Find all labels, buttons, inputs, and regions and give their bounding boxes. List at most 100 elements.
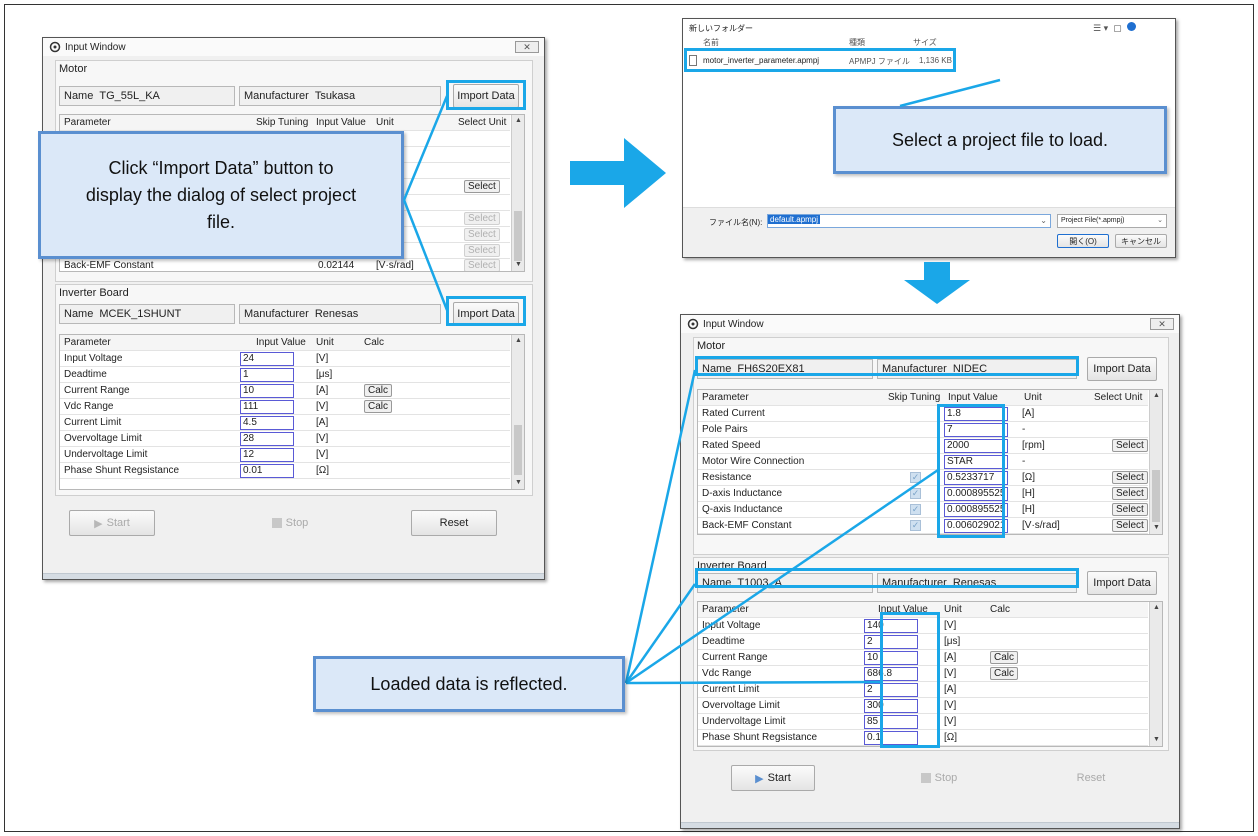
dialog-footer: ファイル名(N): default.apmpj ⌄ Project File(*… <box>683 207 1175 257</box>
select-unit-button[interactable]: Select <box>1112 487 1148 500</box>
table-row: Rated Speed 2000 [rpm] Select <box>698 438 1148 454</box>
scroll-up-icon[interactable]: ▲ <box>1150 602 1162 614</box>
inverter-import-data-button[interactable]: Import Data <box>1087 571 1157 595</box>
col-name: 名前 <box>703 38 719 47</box>
row-parameter: Deadtime <box>64 369 107 380</box>
scroll-down-icon[interactable]: ▼ <box>512 259 524 271</box>
scrollbar[interactable]: ▲ ▼ <box>1149 390 1162 534</box>
row-unit: [V] <box>316 433 329 444</box>
scroll-down-icon[interactable]: ▼ <box>512 477 524 489</box>
scroll-up-icon[interactable]: ▲ <box>512 115 524 127</box>
view-options[interactable]: ☰ ▾ ▢ <box>1093 22 1136 34</box>
start-button[interactable]: ▶ Start <box>69 510 155 536</box>
scrollbar[interactable]: ▲ ▼ <box>511 335 524 489</box>
stop-button[interactable]: Stop <box>247 510 333 536</box>
start-label: Start <box>106 517 130 529</box>
scroll-thumb[interactable] <box>514 425 522 475</box>
row-value-input[interactable]: 111 <box>240 400 294 414</box>
row-parameter: Vdc Range <box>702 668 752 679</box>
calc-button[interactable]: Calc <box>990 651 1019 664</box>
scroll-thumb[interactable] <box>1152 470 1160 522</box>
start-button[interactable]: ▶ Start <box>731 765 815 791</box>
col-skip-tuning: Skip Tuning <box>888 392 941 403</box>
inverter-manufacturer-field[interactable]: Manufacturer Renesas <box>239 304 441 324</box>
scrollbar[interactable]: ▲ ▼ <box>1149 602 1162 746</box>
close-button[interactable]: ✕ <box>515 41 539 53</box>
chevron-down-icon[interactable]: ⌄ <box>1157 215 1163 227</box>
skip-tuning-checkbox[interactable]: ✓ <box>910 472 921 483</box>
inverter-name-field[interactable]: Name MCEK_1SHUNT <box>59 304 235 324</box>
scrollbar[interactable]: ▲ ▼ <box>511 115 524 271</box>
row-value-input[interactable]: 1 <box>240 368 294 382</box>
row-parameter: Vdc Range <box>64 401 114 412</box>
reset-button[interactable]: Reset <box>411 510 497 536</box>
calc-button[interactable]: Calc <box>990 667 1019 680</box>
row-unit: [H] <box>1022 488 1035 499</box>
row-value-input[interactable]: 24 <box>240 352 294 366</box>
scroll-down-icon[interactable]: ▼ <box>1150 734 1162 746</box>
callout-import-hint: Click “Import Data” button to display th… <box>38 131 404 259</box>
skip-tuning-checkbox[interactable]: ✓ <box>910 504 921 515</box>
row-parameter: Phase Shunt Regsistance <box>64 465 180 476</box>
filename-input[interactable]: default.apmpj ⌄ <box>767 214 1051 228</box>
calc-button[interactable]: Calc <box>364 400 393 413</box>
select-unit-button[interactable]: Select <box>464 228 500 241</box>
row-value-input[interactable]: 4.5 <box>240 416 294 430</box>
filename-label: ファイル名(N): <box>709 218 763 227</box>
select-unit-button[interactable]: Select <box>1112 519 1148 532</box>
select-unit-button[interactable]: Select <box>1112 503 1148 516</box>
scroll-thumb[interactable] <box>514 211 522 261</box>
row-unit: [H] <box>1022 504 1035 515</box>
row-unit: [μs] <box>944 636 961 647</box>
row-value-input[interactable]: 10 <box>240 384 294 398</box>
row-unit: [A] <box>316 417 329 428</box>
highlight-motor-name <box>695 356 1079 376</box>
col-unit: Unit <box>316 337 334 348</box>
select-unit-button[interactable]: Select <box>464 259 500 271</box>
row-unit: [Ω] <box>944 732 958 743</box>
select-unit-button[interactable]: Select <box>1112 471 1148 484</box>
gear-icon <box>687 318 699 330</box>
row-value-input[interactable]: 0.01 <box>240 464 294 478</box>
row-parameter: Current Range <box>702 652 768 663</box>
open-button[interactable]: 開く(O) <box>1057 234 1109 248</box>
filetype-filter[interactable]: Project File(*.apmpj) ⌄ <box>1057 214 1167 228</box>
stop-button[interactable]: Stop <box>897 765 981 791</box>
inverter-name-value: MCEK_1SHUNT <box>99 308 182 320</box>
chevron-down-icon[interactable]: ⌄ <box>1040 216 1047 225</box>
scroll-up-icon[interactable]: ▲ <box>512 335 524 347</box>
row-parameter: Pole Pairs <box>702 424 748 435</box>
scroll-up-icon[interactable]: ▲ <box>1150 390 1162 402</box>
motor-parameter-grid: Parameter Skip Tuning Input Value Unit S… <box>697 389 1163 535</box>
reset-button[interactable]: Reset <box>1049 765 1133 791</box>
motor-import-data-button[interactable]: Import Data <box>1087 357 1157 381</box>
table-row: Back-EMF Constant 0.006029021 [V·s/rad] ✓ Se… <box>698 518 1148 534</box>
row-unit: [V] <box>316 401 329 412</box>
row-value-input[interactable]: 12 <box>240 448 294 462</box>
col-skip-tuning: Skip Tuning <box>256 117 309 128</box>
select-unit-button[interactable]: Select <box>1112 439 1148 452</box>
select-unit-button[interactable]: Select <box>464 212 500 225</box>
cancel-button[interactable]: キャンセル <box>1115 234 1167 248</box>
select-unit-button[interactable]: Select <box>464 180 500 193</box>
motor-name-field[interactable]: Name TG_55L_KA <box>59 86 235 106</box>
table-row: Motor Wire Connection STAR - <box>698 454 1148 470</box>
close-button[interactable]: ✕ <box>1150 318 1174 330</box>
scroll-down-icon[interactable]: ▼ <box>1150 522 1162 534</box>
row-value-input[interactable]: 28 <box>240 432 294 446</box>
gear-icon <box>49 41 61 53</box>
calc-button[interactable]: Calc <box>364 384 393 397</box>
inverter-section-title: Inverter Board <box>59 287 129 299</box>
help-icon[interactable] <box>1126 22 1136 31</box>
callout-select-file: Select a project file to load. <box>833 106 1167 174</box>
row-parameter: Deadtime <box>702 636 745 647</box>
select-unit-button[interactable]: Select <box>464 244 500 257</box>
row-unit: [rpm] <box>1022 440 1045 451</box>
motor-manufacturer-field[interactable]: Manufacturer Tsukasa <box>239 86 441 106</box>
skip-tuning-checkbox[interactable]: ✓ <box>910 520 921 531</box>
row-parameter: Current Limit <box>702 684 760 695</box>
row-parameter: Undervoltage Limit <box>64 449 148 460</box>
skip-tuning-checkbox[interactable]: ✓ <box>910 488 921 499</box>
table-row: Input Voltage 24 [V] <box>60 351 510 367</box>
row-unit: [V] <box>944 668 957 679</box>
